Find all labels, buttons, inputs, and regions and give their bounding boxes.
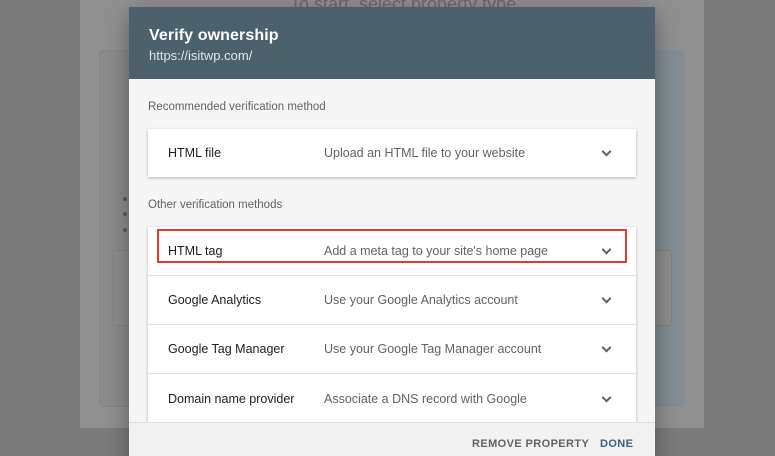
chevron-down-icon[interactable] xyxy=(601,342,612,353)
method-description: Use your Google Analytics account xyxy=(324,293,518,307)
method-description: Use your Google Tag Manager account xyxy=(324,342,542,356)
chevron-down-icon[interactable] xyxy=(601,392,612,403)
dialog-header: Verify ownership https://isitwp.com/ xyxy=(129,7,655,79)
method-name: Google Tag Manager xyxy=(168,342,285,356)
dialog-footer: REMOVE PROPERTY DONE xyxy=(129,422,655,456)
dialog-subtitle: https://isitwp.com/ xyxy=(149,48,253,63)
recommended-label: Recommended verification method xyxy=(148,101,326,113)
background-panel-accent xyxy=(655,50,685,407)
method-description: Upload an HTML file to your website xyxy=(324,146,526,160)
chevron-down-icon[interactable] xyxy=(601,146,612,157)
chevron-down-icon[interactable] xyxy=(601,244,612,255)
background-bullet xyxy=(123,197,127,201)
method-row-google-tag-manager[interactable]: Google Tag Manager Use your Google Tag M… xyxy=(148,325,636,374)
method-row-html-file[interactable]: HTML file Upload an HTML file to your we… xyxy=(148,129,636,177)
method-row-html-tag[interactable]: HTML tag Add a meta tag to your site's h… xyxy=(148,227,636,276)
method-name: Google Analytics xyxy=(168,293,262,307)
done-button[interactable]: DONE xyxy=(600,438,633,450)
recommended-method-card: HTML file Upload an HTML file to your we… xyxy=(148,129,636,177)
method-row-google-analytics[interactable]: Google Analytics Use your Google Analyti… xyxy=(148,276,636,325)
method-name: HTML tag xyxy=(168,244,223,258)
background-bullet xyxy=(123,228,127,232)
chevron-down-icon[interactable] xyxy=(601,293,612,304)
method-description: Associate a DNS record with Google xyxy=(324,391,527,406)
other-methods-label: Other verification methods xyxy=(148,199,283,211)
dialog-title: Verify ownership xyxy=(149,27,279,44)
method-name: HTML file xyxy=(168,146,222,160)
other-methods-card: HTML tag Add a meta tag to your site's h… xyxy=(148,227,636,423)
background-bullet xyxy=(123,212,127,216)
background-box-right xyxy=(652,250,672,326)
method-description: Add a meta tag to your site's home page xyxy=(324,244,549,258)
remove-property-button[interactable]: REMOVE PROPERTY xyxy=(472,438,589,450)
verify-ownership-dialog: Verify ownership https://isitwp.com/ Rec… xyxy=(129,7,655,456)
method-row-domain-name-provider[interactable]: Domain name provider Associate a DNS rec… xyxy=(148,374,636,423)
method-name: Domain name provider xyxy=(168,391,295,406)
